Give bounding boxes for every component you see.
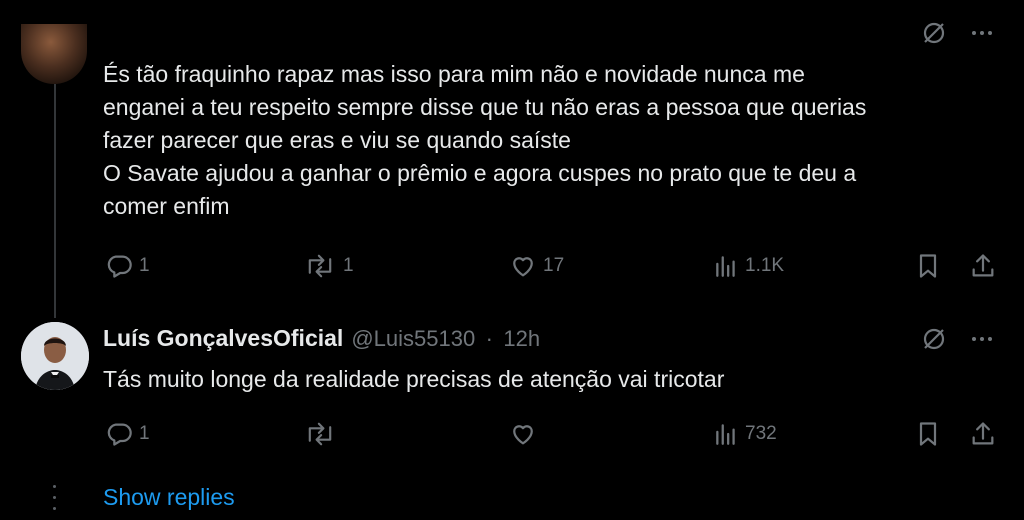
views-icon: [716, 256, 735, 277]
retweet-count: 1: [343, 255, 354, 276]
tweet-text: Tás muito longe da realidade precisas de…: [103, 366, 725, 392]
avatar[interactable]: [21, 24, 87, 84]
author-name[interactable]: Luís GonçalvesOficial: [103, 325, 343, 351]
more-icon[interactable]: [969, 326, 995, 352]
bookmark-button[interactable]: [914, 420, 942, 448]
more-replies-dot: [53, 507, 56, 510]
like-icon: [513, 257, 533, 277]
thread-line-top: [54, 84, 56, 318]
retweet-icon: [308, 254, 332, 278]
reply-button[interactable]: 1: [105, 420, 150, 448]
retweet-button[interactable]: [303, 420, 337, 448]
share-button[interactable]: [969, 252, 997, 280]
share-icon: [972, 254, 994, 277]
author-handle[interactable]: @Luis55130: [351, 326, 475, 351]
tweet1-top-icons: [921, 20, 995, 46]
like-icon: [513, 425, 533, 445]
like-button[interactable]: [509, 420, 537, 448]
more-replies-dot: [53, 485, 56, 488]
more-icon[interactable]: [969, 20, 995, 46]
tweet2-top-icons: [921, 326, 995, 352]
tweet-header: Luís GonçalvesOficial @Luis55130 · 12h: [103, 325, 540, 352]
timestamp[interactable]: 12h: [503, 326, 540, 351]
retweet-icon: [308, 422, 332, 446]
views-count: 732: [745, 423, 777, 444]
views-button[interactable]: 1.1K: [713, 252, 784, 280]
like-button[interactable]: 17: [509, 252, 564, 280]
grok-icon[interactable]: [921, 326, 947, 352]
retweet-button[interactable]: 1: [303, 252, 354, 280]
bookmark-icon: [919, 254, 937, 278]
tweet-text: És tão fraquinho rapaz mas isso para mim…: [103, 61, 867, 219]
reply-icon: [107, 423, 132, 446]
reply-button[interactable]: 1: [105, 252, 150, 280]
grok-icon[interactable]: [921, 20, 947, 46]
views-icon: [716, 424, 735, 445]
separator: ·: [485, 326, 493, 351]
reply-count: 1: [139, 423, 150, 444]
share-icon: [972, 422, 994, 445]
bookmark-icon: [919, 422, 937, 446]
more-replies-dot: [53, 496, 56, 499]
views-count: 1.1K: [745, 255, 785, 276]
like-count: 17: [543, 255, 565, 276]
avatar[interactable]: [21, 322, 89, 390]
bookmark-button[interactable]: [914, 252, 942, 280]
reply-count: 1: [139, 255, 150, 276]
reply-icon: [107, 255, 132, 278]
show-replies-link[interactable]: Show replies: [103, 484, 235, 511]
views-button[interactable]: 732: [713, 420, 777, 448]
share-button[interactable]: [969, 420, 997, 448]
